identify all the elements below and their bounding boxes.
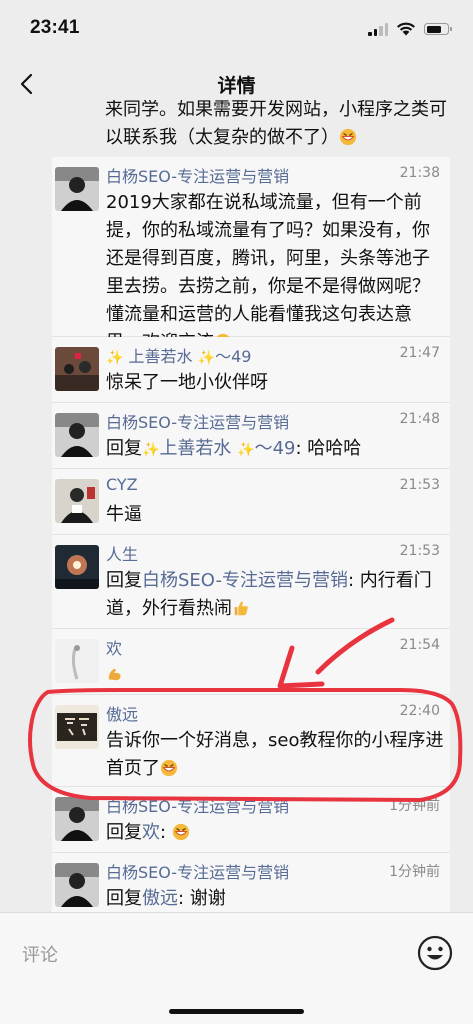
avatar[interactable] bbox=[55, 413, 99, 457]
comment-item[interactable]: 白杨SEO-专注运营与营销 1分钟前 回复欢: bbox=[52, 787, 450, 853]
comment-text: 牛逼 bbox=[106, 504, 142, 525]
comment-item[interactable]: CYZ 21:53 牛逼 bbox=[52, 469, 450, 535]
comment-item[interactable]: 欢 21:54 bbox=[52, 629, 450, 695]
comment-input-bar bbox=[0, 912, 473, 1024]
cellular-signal-icon bbox=[368, 22, 388, 36]
comment-item[interactable]: 白杨SEO-专注运营与营销 21:38 2019大家都在说私域流量，但有一个前提… bbox=[52, 157, 450, 353]
emoji-icon[interactable] bbox=[417, 935, 453, 971]
comment-author[interactable]: 傲远 bbox=[106, 701, 138, 725]
reply-target[interactable]: 欢 bbox=[142, 822, 160, 843]
comment-text: 回复欢: bbox=[106, 819, 446, 847]
avatar[interactable] bbox=[55, 545, 99, 589]
sparkle-icon: ✨ bbox=[197, 350, 216, 366]
status-time: 23:41 bbox=[30, 17, 80, 38]
comment-author[interactable]: 白杨SEO-专注运营与营销 bbox=[106, 409, 289, 433]
comment-time: 21:54 bbox=[399, 637, 440, 653]
comment-item[interactable]: ✨ 上善若水 ✨～49 21:47 惊呆了一地小伙伴呀 bbox=[52, 337, 450, 403]
comment-time: 21:53 bbox=[399, 543, 440, 559]
comment-text: 回复傲远: 谢谢 bbox=[106, 888, 226, 909]
comment-time: 22:40 bbox=[399, 703, 440, 719]
avatar[interactable] bbox=[55, 863, 99, 907]
comment-item[interactable]: 人生 21:53 回复白杨SEO-专注运营与营销: 内行看门道，外行看热闹 bbox=[52, 535, 450, 629]
comment-text: 回复✨上善若水 ✨～49: 哈哈哈 bbox=[106, 438, 362, 459]
sparkle-icon: ✨ bbox=[237, 442, 255, 458]
avatar[interactable] bbox=[55, 479, 99, 523]
avatar[interactable] bbox=[55, 347, 99, 391]
reply-target[interactable]: 傲远 bbox=[142, 888, 178, 909]
comment-item[interactable]: 白杨SEO-专注运营与营销 1分钟前 回复傲远: 谢谢 bbox=[52, 853, 450, 912]
comment-author[interactable]: 白杨SEO-专注运营与营销 bbox=[106, 163, 289, 187]
battery-icon bbox=[424, 23, 452, 35]
comment-time: 21:47 bbox=[399, 345, 440, 361]
comment-author[interactable]: 白杨SEO-专注运营与营销 bbox=[106, 793, 289, 817]
grin-emoji-icon bbox=[172, 823, 189, 841]
flexed-biceps-emoji-icon bbox=[108, 668, 121, 681]
comment-text: 惊呆了一地小伙伴呀 bbox=[106, 372, 268, 393]
comment-item-highlighted[interactable]: 傲远 22:40 告诉你一个好消息，seo教程你的小程序进首页了 bbox=[52, 695, 450, 787]
home-indicator bbox=[169, 1009, 304, 1014]
sparkle-icon: ✨ bbox=[106, 350, 124, 366]
comment-time: 1分钟前 bbox=[389, 864, 440, 880]
comment-author[interactable]: 人生 bbox=[106, 541, 138, 565]
comment-author[interactable]: CYZ bbox=[106, 475, 138, 494]
comment-author[interactable]: 欢 bbox=[106, 635, 122, 659]
avatar[interactable] bbox=[55, 705, 99, 749]
comment-text: 告诉你一个好消息，seo教程你的小程序进首页了 bbox=[106, 730, 444, 779]
comment-time: 21:48 bbox=[399, 411, 440, 427]
avatar[interactable] bbox=[55, 167, 99, 211]
grin-emoji-icon bbox=[339, 128, 357, 146]
comment-text: 2019大家都在说私域流量，但有一个前提，你的私域流量有了吗？如果没有，你还是得… bbox=[106, 189, 446, 357]
comment-text bbox=[106, 661, 446, 689]
comment-author[interactable]: ✨ 上善若水 ✨～49 bbox=[106, 343, 251, 367]
wifi-icon bbox=[397, 22, 415, 36]
comment-item[interactable]: 白杨SEO-专注运营与营销 21:48 回复✨上善若水 ✨～49: 哈哈哈 bbox=[52, 403, 450, 469]
reply-target[interactable]: 上善若水 bbox=[159, 438, 231, 459]
comment-thread[interactable]: 来同学。如果需要开发网站，小程序之类可以联系我（太复杂的做不了） 白杨SEO-专… bbox=[0, 100, 473, 912]
thumbs-up-emoji-icon bbox=[234, 601, 248, 616]
avatar[interactable] bbox=[55, 639, 99, 683]
status-icons bbox=[368, 21, 452, 36]
page-title: 详情 bbox=[217, 75, 256, 97]
comment-time: 21:53 bbox=[399, 477, 440, 493]
comment-time: 1分钟前 bbox=[389, 798, 440, 814]
comment-list: 白杨SEO-专注运营与营销 21:38 2019大家都在说私域流量，但有一个前提… bbox=[0, 157, 473, 912]
status-bar: 23:41 bbox=[0, 0, 473, 56]
comment-input[interactable] bbox=[22, 939, 382, 971]
comment-time: 21:38 bbox=[399, 165, 440, 181]
comment-text: 回复白杨SEO-专注运营与营销: 内行看门道，外行看热闹 bbox=[106, 570, 432, 619]
reply-target[interactable]: 白杨SEO-专注运营与营销 bbox=[142, 570, 348, 591]
grin-emoji-icon bbox=[160, 759, 178, 777]
sparkle-icon: ✨ bbox=[142, 442, 160, 458]
post-text-tail: 来同学。如果需要开发网站，小程序之类可以联系我（太复杂的做不了） bbox=[105, 100, 447, 148]
comment-author[interactable]: 白杨SEO-专注运营与营销 bbox=[106, 859, 289, 883]
avatar[interactable] bbox=[55, 797, 99, 841]
